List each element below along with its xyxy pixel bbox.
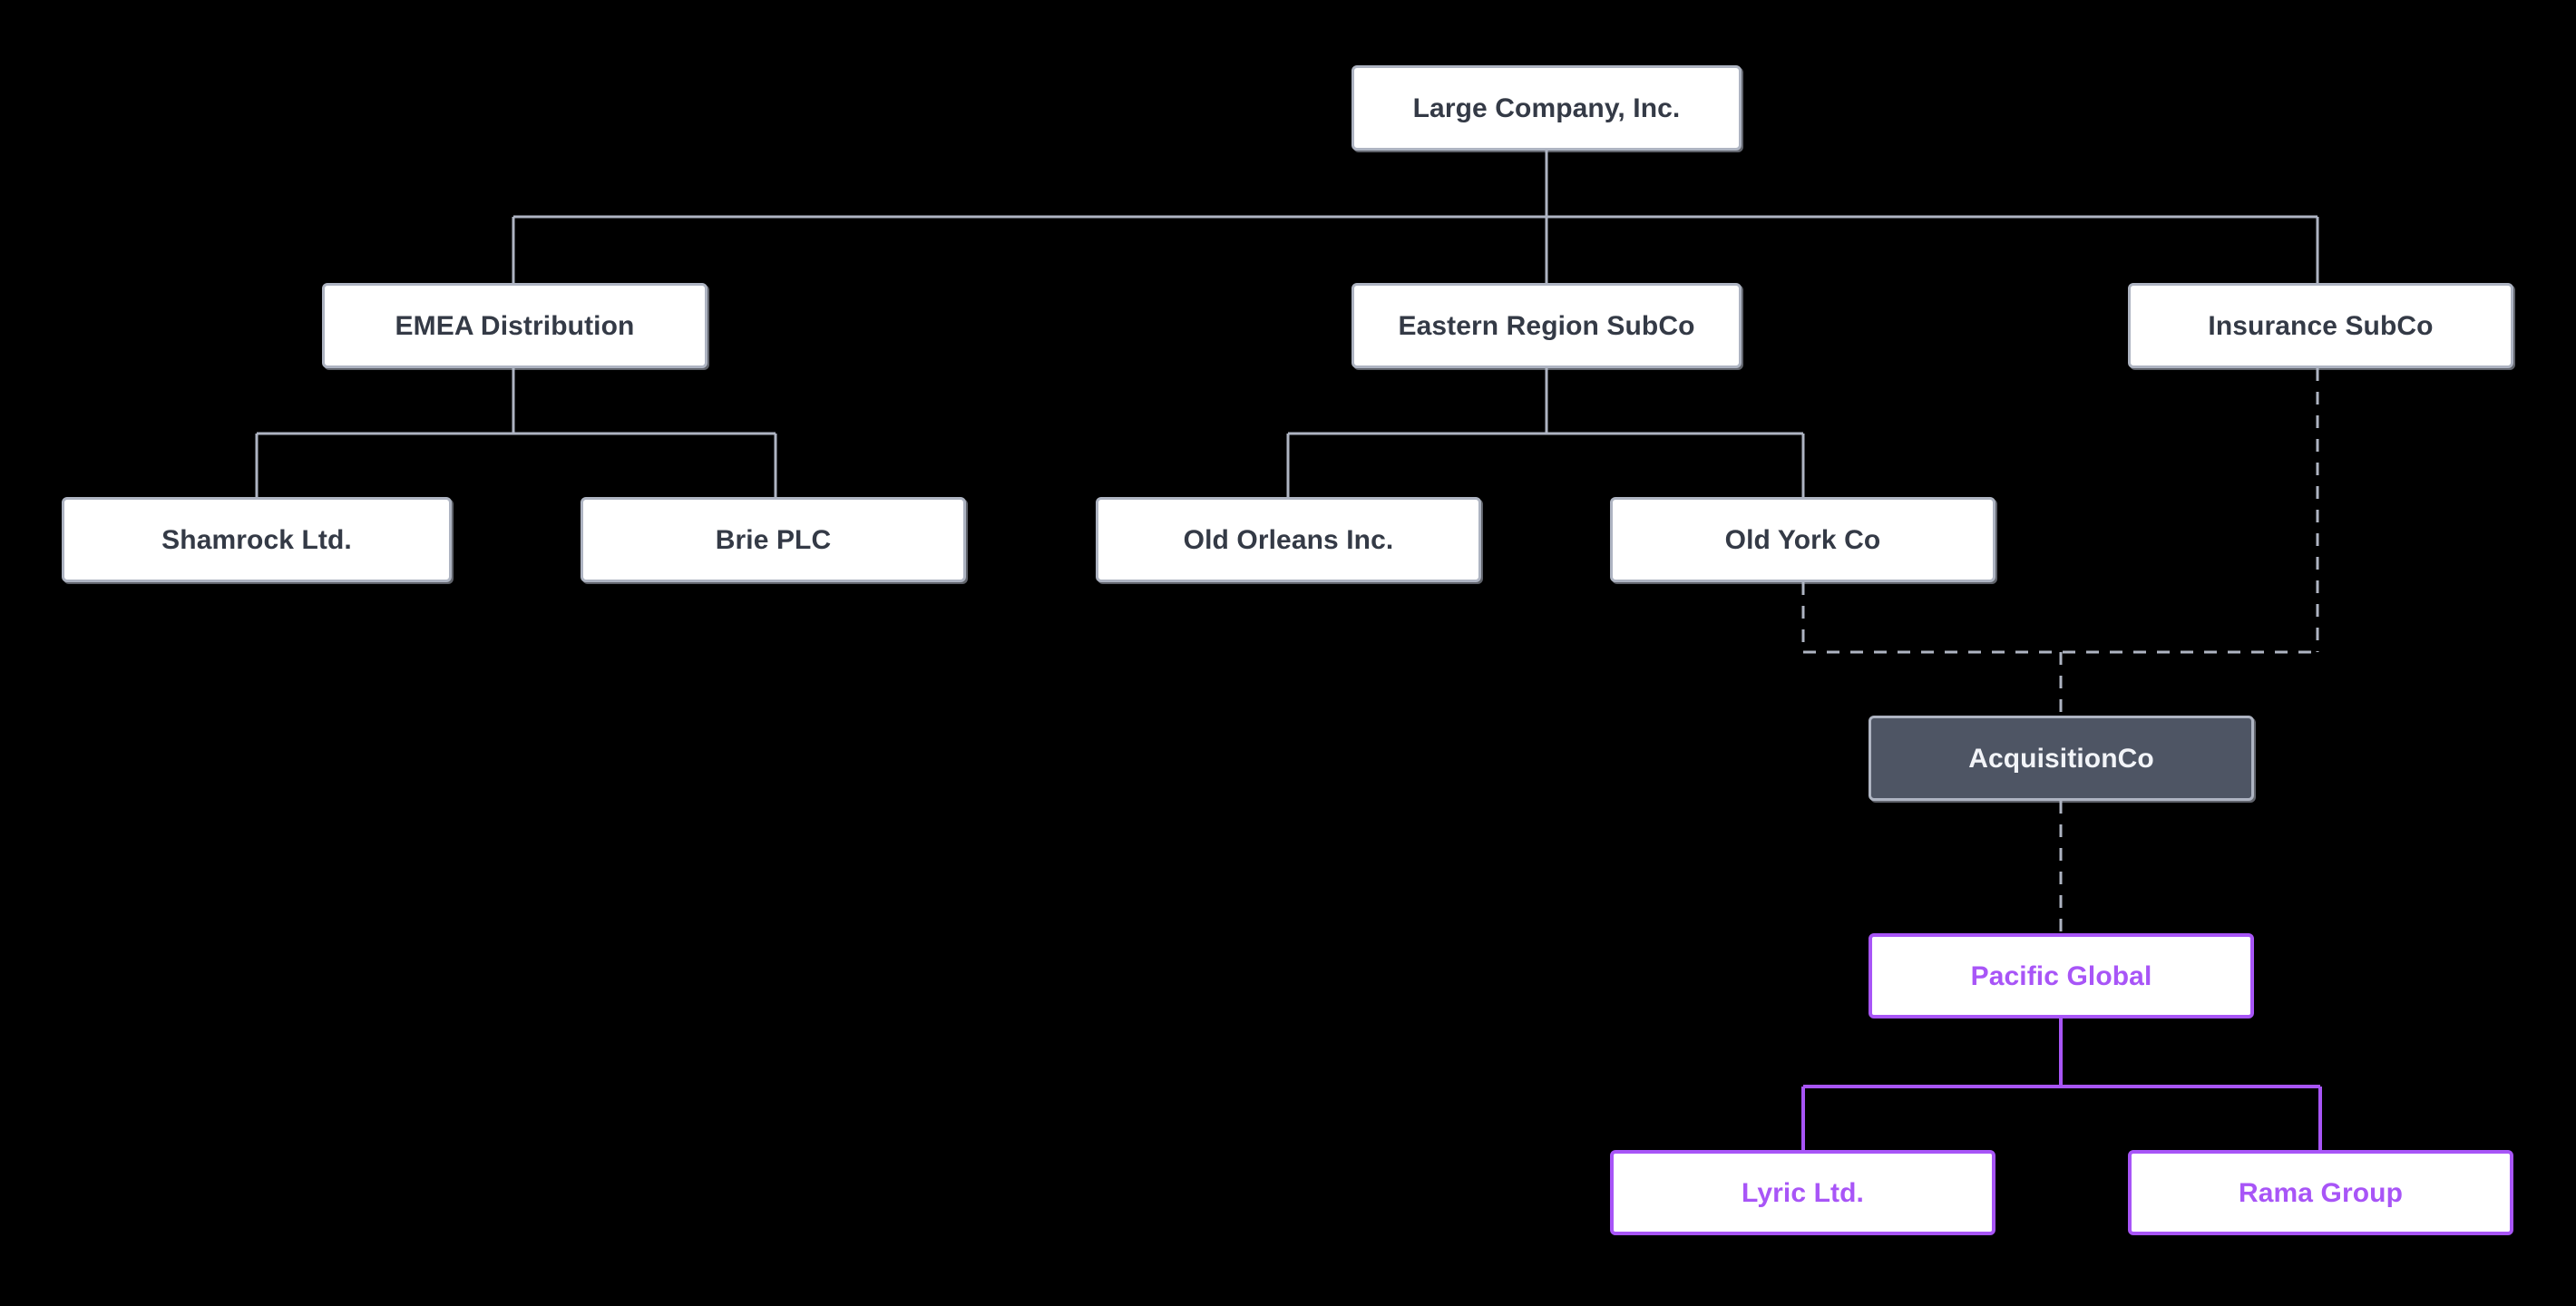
node-label: Old York Co <box>1724 524 1881 555</box>
org-chart-canvas: Large Company, Inc. EMEA Distribution Ea… <box>0 0 2576 1306</box>
edge-layer <box>255 151 2322 1150</box>
node-label: Pacific Global <box>1970 960 2152 991</box>
node-large-company[interactable]: Large Company, Inc. <box>1351 65 1742 151</box>
node-label: Old Orleans Inc. <box>1183 524 1394 555</box>
node-label: Insurance SubCo <box>2208 310 2434 341</box>
node-old-york-co[interactable]: Old York Co <box>1610 497 1995 582</box>
node-label: Rama Group <box>2238 1177 2404 1208</box>
node-label: Lyric Ltd. <box>1742 1177 1864 1208</box>
edge-eastern-to-children <box>1286 368 1805 497</box>
edge-emea-to-children <box>255 368 777 497</box>
node-acquisitionco[interactable]: AcquisitionCo <box>1869 716 2254 801</box>
node-shamrock-ltd[interactable]: Shamrock Ltd. <box>62 497 452 582</box>
node-label: Shamrock Ltd. <box>161 524 352 555</box>
node-insurance-subco[interactable]: Insurance SubCo <box>2128 283 2513 368</box>
node-label: Eastern Region SubCo <box>1398 310 1695 341</box>
node-rama-group[interactable]: Rama Group <box>2128 1150 2513 1235</box>
node-label: Brie PLC <box>715 524 832 555</box>
node-label: Large Company, Inc. <box>1412 93 1681 123</box>
node-label: EMEA Distribution <box>395 310 635 341</box>
node-eastern-region-subco[interactable]: Eastern Region SubCo <box>1351 283 1742 368</box>
node-brie-plc[interactable]: Brie PLC <box>581 497 966 582</box>
node-old-orleans-inc[interactable]: Old Orleans Inc. <box>1096 497 1481 582</box>
node-pacific-global[interactable]: Pacific Global <box>1869 933 2254 1018</box>
node-label: AcquisitionCo <box>1968 743 2154 774</box>
edge-large-company-to-row2 <box>512 151 2319 283</box>
edge-pacific-global-to-children <box>1801 1018 2322 1150</box>
node-emea-distribution[interactable]: EMEA Distribution <box>322 283 707 368</box>
node-lyric-ltd[interactable]: Lyric Ltd. <box>1610 1150 1995 1235</box>
